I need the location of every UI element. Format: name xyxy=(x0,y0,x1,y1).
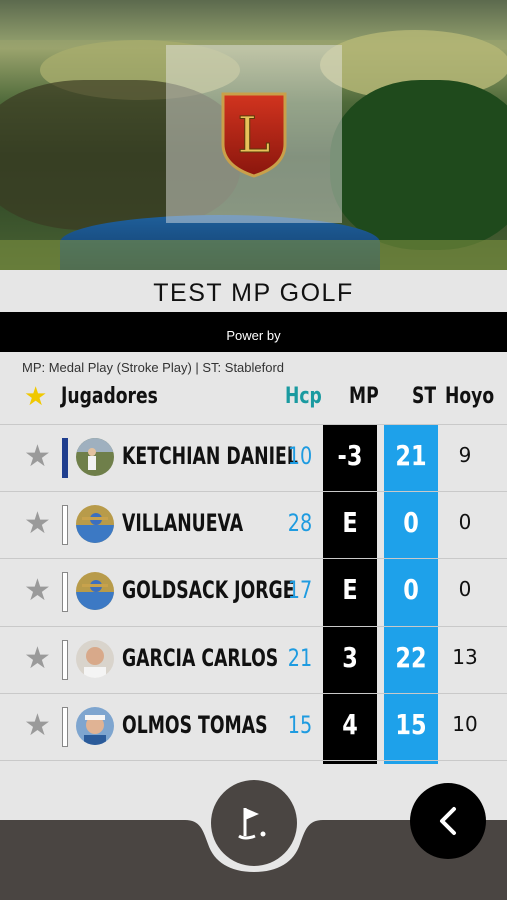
avatar xyxy=(76,438,114,476)
chevron-left-icon xyxy=(440,807,456,835)
table-row[interactable]: ★ OLMOS TOMAS 15 4 15 10 xyxy=(0,693,507,761)
scoring-legend: MP: Medal Play (Stroke Play) | ST: Stabl… xyxy=(22,360,285,375)
player-hcp: 15 xyxy=(287,711,313,739)
course-header-image: L xyxy=(0,0,507,270)
header-hoyo[interactable]: Hoyo xyxy=(445,384,494,409)
player-name: GARCIA CARLOS xyxy=(122,644,279,672)
back-button[interactable] xyxy=(410,783,486,859)
star-icon[interactable]: ★ xyxy=(24,573,51,609)
player-mp: E xyxy=(342,506,358,539)
player-hcp: 28 xyxy=(287,509,313,537)
table-header: ★ Jugadores Hcp MP ST Hoyo xyxy=(0,380,507,424)
player-name: GOLDSACK JORGE xyxy=(122,576,295,604)
star-icon[interactable]: ★ xyxy=(24,381,47,412)
player-name: KETCHIAN DANIEL xyxy=(122,442,298,470)
player-hcp: 21 xyxy=(287,644,313,672)
header-st[interactable]: ST xyxy=(412,384,436,409)
player-name: VILLANUEVA xyxy=(122,509,244,537)
golf-flag-icon xyxy=(238,808,266,840)
svg-text:L: L xyxy=(237,106,270,164)
header-hcp[interactable]: Hcp xyxy=(285,384,322,409)
player-marker xyxy=(62,572,68,612)
player-marker xyxy=(62,640,68,680)
player-mp: 3 xyxy=(342,641,358,674)
header-players: Jugadores xyxy=(61,384,158,409)
player-marker xyxy=(62,505,68,545)
player-mp: -3 xyxy=(337,439,363,472)
avatar xyxy=(76,505,114,543)
power-by-label: Power by xyxy=(226,328,281,343)
table-row[interactable]: ★ GARCIA CARLOS 21 3 22 13 xyxy=(0,626,507,693)
player-hcp: 17 xyxy=(287,576,313,604)
avatar xyxy=(76,640,114,678)
table-row[interactable]: ★ VILLANUEVA 28 E 0 0 xyxy=(0,491,507,558)
avatar xyxy=(76,572,114,610)
avatar xyxy=(76,707,114,745)
table-row[interactable]: ★ GOLDSACK JORGE 17 E 0 0 xyxy=(0,558,507,625)
player-hoyo: 9 xyxy=(458,443,472,467)
player-mp: 4 xyxy=(342,708,358,741)
player-st: 15 xyxy=(395,708,427,741)
star-icon[interactable]: ★ xyxy=(24,708,51,744)
star-icon[interactable]: ★ xyxy=(24,439,51,475)
player-st: 21 xyxy=(395,439,427,472)
player-hoyo: 10 xyxy=(452,712,478,736)
player-hcp: 10 xyxy=(287,442,313,470)
player-hoyo: 0 xyxy=(458,577,472,601)
player-st: 0 xyxy=(403,506,419,539)
club-logo-icon: L xyxy=(221,92,287,178)
table-row[interactable]: ★ KETCHIAN DANIEL 10 -3 21 9 xyxy=(0,424,507,491)
course-button[interactable] xyxy=(211,780,297,866)
star-icon[interactable]: ★ xyxy=(24,641,51,677)
power-by-bar: Power by xyxy=(0,312,507,352)
header-mp[interactable]: MP xyxy=(349,384,379,409)
player-name: OLMOS TOMAS xyxy=(122,711,268,739)
player-mp: E xyxy=(342,573,358,606)
title-bar: TEST MP GOLF xyxy=(0,270,507,312)
player-hoyo: 13 xyxy=(452,645,478,669)
active-player-marker xyxy=(62,438,68,478)
player-marker xyxy=(62,707,68,747)
star-icon[interactable]: ★ xyxy=(24,506,51,542)
player-hoyo: 0 xyxy=(458,510,472,534)
player-st: 22 xyxy=(395,641,427,674)
player-st: 0 xyxy=(403,573,419,606)
page-title: TEST MP GOLF xyxy=(153,279,354,307)
